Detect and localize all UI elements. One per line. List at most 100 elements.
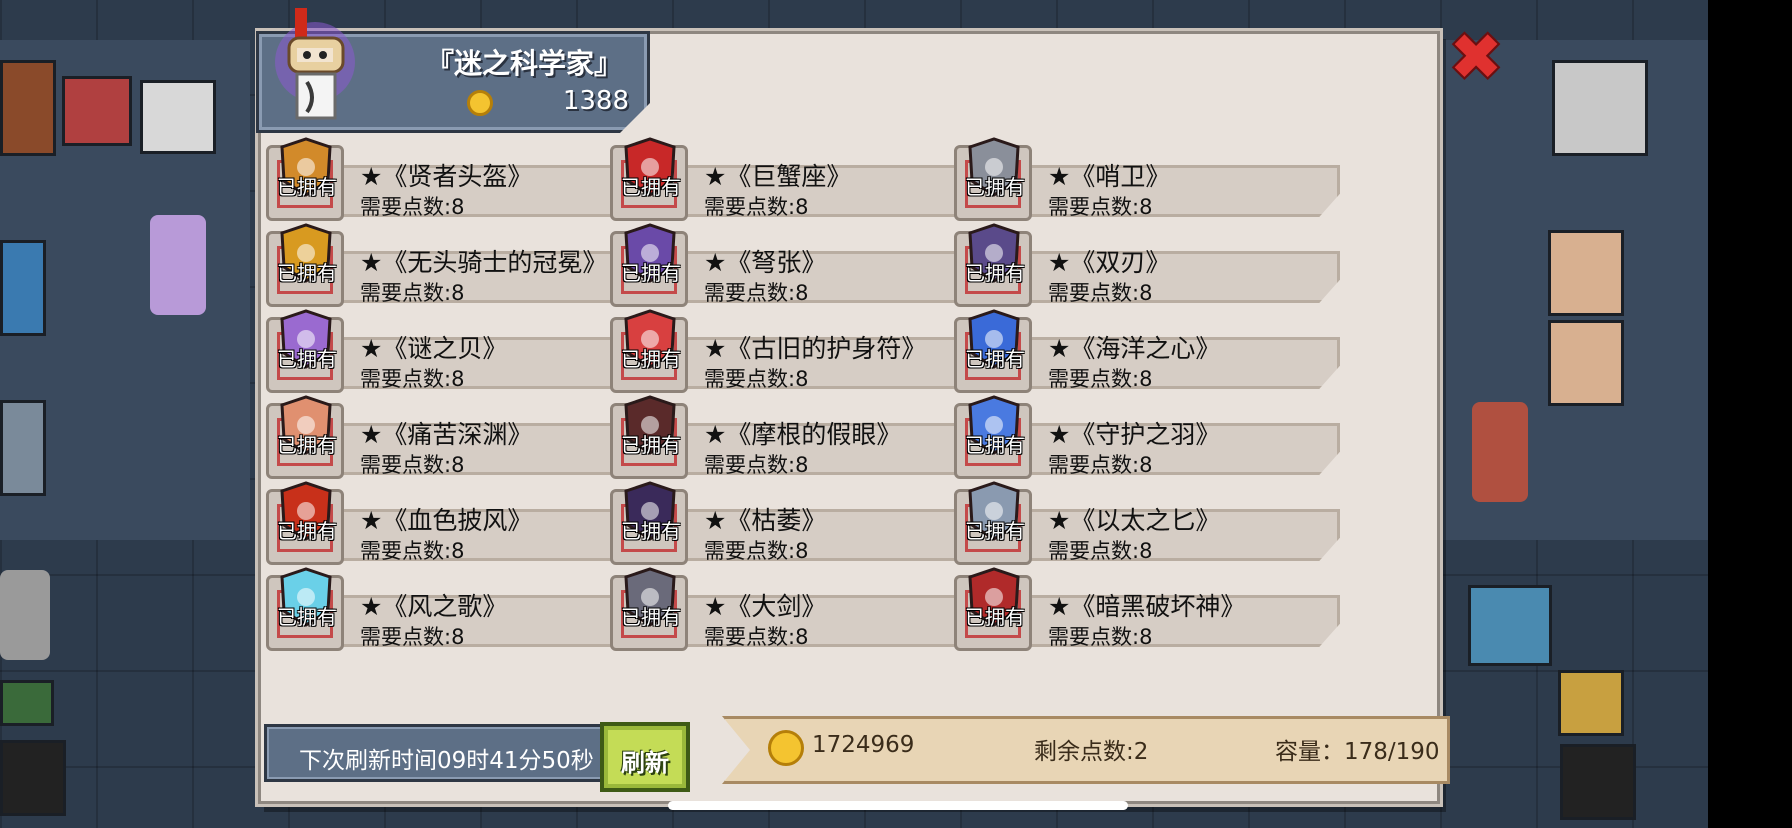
- item-cost: 需要点数:8: [1048, 195, 1153, 219]
- item-cost: 需要点数:8: [1048, 367, 1153, 391]
- refresh-label: 刷新: [621, 749, 669, 777]
- device-prop: [1468, 585, 1552, 666]
- crate-prop: [1548, 230, 1624, 316]
- item-cost: 需要点数:8: [704, 367, 809, 391]
- scientist-avatar: [275, 8, 355, 120]
- owned-badge: 已拥有: [277, 261, 337, 285]
- owned-badge: 已拥有: [621, 261, 681, 285]
- close-button[interactable]: ✖: [1446, 26, 1506, 90]
- owned-badge: 已拥有: [965, 605, 1025, 629]
- item-cost: 需要点数:8: [360, 453, 465, 477]
- item-card[interactable]: 已拥有 ★《血色披风》需要点数:8: [262, 481, 652, 571]
- refresh-timer: 下次刷新时间09时41分50秒: [299, 748, 594, 774]
- item-cost: 需要点数:8: [1048, 453, 1153, 477]
- owned-badge: 已拥有: [621, 433, 681, 457]
- item-name: ★《海洋之心》: [1048, 334, 1221, 363]
- owned-badge: 已拥有: [965, 175, 1025, 199]
- owned-badge: 已拥有: [621, 605, 681, 629]
- vent-prop: [1560, 744, 1636, 820]
- pot-prop: [0, 400, 46, 496]
- item-name: ★《风之歌》: [360, 592, 508, 621]
- item-card[interactable]: 已拥有 ★《巨蟹座》需要点数:8: [606, 137, 996, 227]
- npc-character: [0, 570, 50, 660]
- item-cost: 需要点数:8: [360, 195, 465, 219]
- remaining-points: 剩余点数:2: [1034, 739, 1149, 765]
- item-cost: 需要点数:8: [1048, 625, 1153, 649]
- item-name: ★《双刃》: [1048, 248, 1171, 277]
- owned-badge: 已拥有: [621, 519, 681, 543]
- cabinet-prop: [0, 60, 56, 156]
- bed-prop: [0, 240, 46, 336]
- item-card[interactable]: 已拥有 ★《大剑》需要点数:8: [606, 567, 996, 657]
- item-cost: 需要点数:8: [360, 281, 465, 305]
- owned-badge: 已拥有: [965, 347, 1025, 371]
- owned-badge: 已拥有: [965, 433, 1025, 457]
- item-cost: 需要点数:8: [1048, 281, 1153, 305]
- item-name: ★《巨蟹座》: [704, 162, 852, 191]
- item-card[interactable]: 已拥有 ★《双刃》需要点数:8: [950, 223, 1340, 313]
- item-card[interactable]: 已拥有 ★《海洋之心》需要点数:8: [950, 309, 1340, 399]
- refresh-timer-box: 下次刷新时间09时41分50秒: [264, 724, 616, 782]
- item-card[interactable]: 已拥有 ★《以太之匕》 需要点数:8: [950, 481, 1340, 571]
- sink-prop: [140, 80, 216, 154]
- owned-badge: 已拥有: [277, 175, 337, 199]
- merchant-title: 『迷之科学家』: [425, 47, 622, 80]
- owned-badge: 已拥有: [277, 605, 337, 629]
- item-card[interactable]: 已拥有 ★《枯萎》需要点数:8: [606, 481, 996, 571]
- item-card[interactable]: 已拥有 ★《贤者头盔》需要点数:8: [262, 137, 652, 227]
- item-card[interactable]: 已拥有 ★《古旧的护身符》需要点数:8: [606, 309, 996, 399]
- owned-badge: 已拥有: [965, 519, 1025, 543]
- owned-badge: 已拥有: [621, 175, 681, 199]
- owned-badge: 已拥有: [621, 347, 681, 371]
- item-cost: 需要点数:8: [360, 539, 465, 563]
- item-card[interactable]: 已拥有 ★《谜之贝》需要点数:8: [262, 309, 652, 399]
- item-name: ★《痛苦深渊》: [360, 420, 533, 449]
- merchant-coin-count: 1388: [562, 86, 629, 116]
- inventory-capacity: 容量：178/190: [1275, 739, 1440, 765]
- player-character: [1472, 402, 1528, 502]
- item-name: ★《摩根的假眼》: [704, 420, 902, 449]
- item-name: ★《血色披风》: [360, 506, 533, 535]
- item-cost: 需要点数:8: [360, 367, 465, 391]
- coin-icon: [467, 90, 493, 116]
- item-card[interactable]: 已拥有 ★《痛苦深渊》需要点数:8: [262, 395, 652, 485]
- item-name: ★《守护之羽》: [1048, 420, 1221, 449]
- item-name: ★《哨卫》: [1048, 162, 1171, 191]
- item-cost: 需要点数:8: [704, 453, 809, 477]
- owned-badge: 已拥有: [277, 433, 337, 457]
- item-card[interactable]: 已拥有 ★《弩张》需要点数:8: [606, 223, 996, 313]
- circuit-prop: [0, 680, 54, 726]
- item-name: ★《谜之贝》: [360, 334, 508, 363]
- item-cost: 需要点数:8: [1048, 539, 1153, 563]
- item-card[interactable]: 已拥有 ★《风之歌》需要点数:8: [262, 567, 652, 657]
- owned-badge: 已拥有: [965, 261, 1025, 285]
- item-card[interactable]: 已拥有 ★《守护之羽》需要点数:8: [950, 395, 1340, 485]
- item-name: ★《暗黑破坏神》: [1048, 592, 1246, 621]
- item-card[interactable]: 已拥有 ★《无头骑士的冠冕》 需要点数:8: [262, 223, 652, 313]
- owned-badge: 已拥有: [277, 347, 337, 371]
- owned-badge: 已拥有: [277, 519, 337, 543]
- vent-prop: [0, 740, 66, 816]
- item-name: ★《枯萎》: [704, 506, 827, 535]
- item-cost: 需要点数:8: [704, 625, 809, 649]
- item-name: ★《弩张》: [704, 248, 827, 277]
- locker-prop: [1558, 670, 1624, 736]
- item-cost: 需要点数:8: [704, 539, 809, 563]
- item-name: ★《古旧的护身符》: [704, 334, 927, 363]
- merchant-header: 『迷之科学家』 1388: [256, 8, 650, 133]
- terminal-prop: [1552, 60, 1648, 156]
- item-card[interactable]: 已拥有 ★《摩根的假眼》需要点数:8: [606, 395, 996, 485]
- machine-prop: [62, 76, 132, 146]
- item-cost: 需要点数:8: [360, 625, 465, 649]
- item-name: ★《贤者头盔》: [360, 162, 533, 191]
- gold-amount: 1724969: [812, 732, 915, 758]
- home-indicator[interactable]: [668, 801, 1128, 810]
- item-card[interactable]: 已拥有 ★《暗黑破坏神》需要点数:8: [950, 567, 1340, 657]
- refresh-button[interactable]: 刷新: [600, 722, 690, 792]
- item-cost: 需要点数:8: [704, 281, 809, 305]
- coin-icon: [768, 730, 804, 766]
- item-name: ★《大剑》: [704, 592, 827, 621]
- item-cost: 需要点数:8: [704, 195, 809, 219]
- item-card[interactable]: 已拥有 ★《哨卫》需要点数:8: [950, 137, 1340, 227]
- item-grid[interactable]: 已拥有 ★《贤者头盔》需要点数:8 已拥有 ★《巨蟹座》需要点数:8 已拥有 ★《哨卫》需…: [262, 137, 1432, 699]
